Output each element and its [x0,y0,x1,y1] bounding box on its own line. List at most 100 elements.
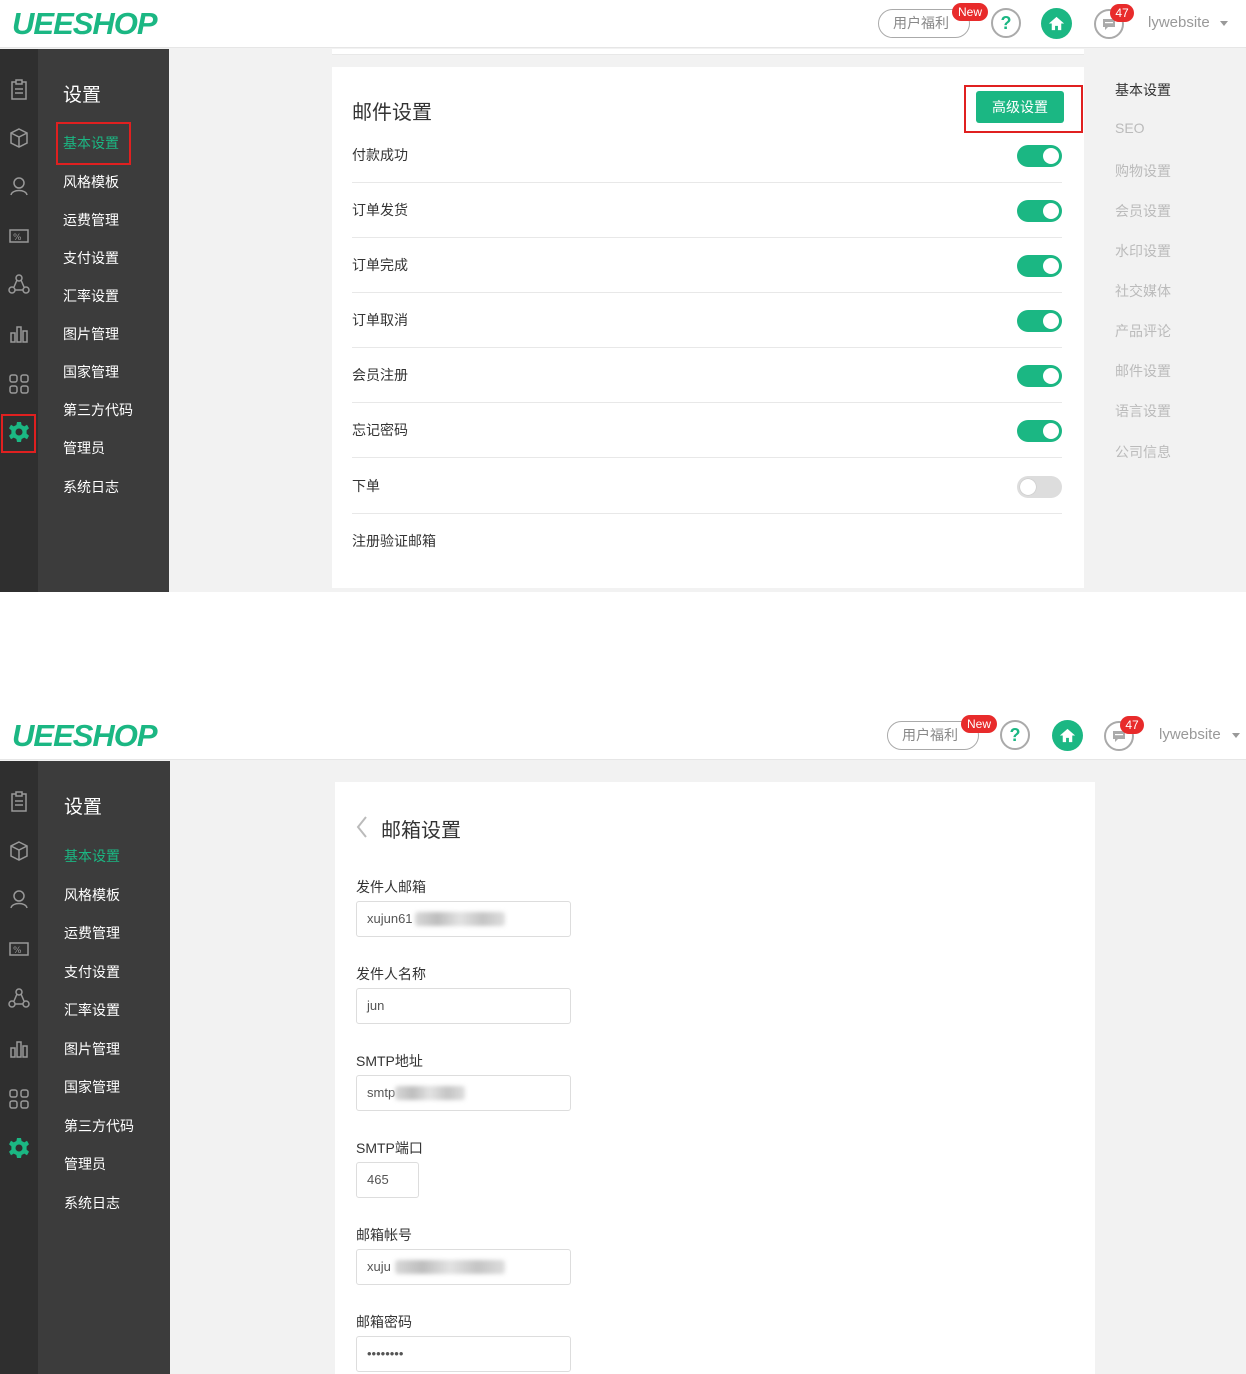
row-label: 订单完成 [352,257,408,273]
new-badge: New [961,715,998,733]
mailbox-settings-card: 邮箱设置 发件人邮箱 xujun61 发件人名称 jun SMTP地址 smtp… [335,782,1095,1374]
chevron-down-icon[interactable] [1232,733,1240,738]
email-password-input[interactable]: •••••••• [356,1336,571,1372]
toggle-switch[interactable] [1017,420,1062,442]
notification-row: 会员注册 [352,348,1062,403]
toggle-switch[interactable] [1017,145,1062,167]
row-label: 下单 [352,478,380,494]
anchor-watermark[interactable]: 水印设置 [1115,241,1171,261]
submenu-item-admin[interactable]: 管理员 [63,438,105,458]
row-label: 订单发货 [352,202,408,218]
help-icon[interactable]: ? [1000,720,1030,750]
notification-row: 忘记密码 [352,403,1062,458]
submenu-item-exchange[interactable]: 汇率设置 [64,1000,120,1020]
submenu-item-shipping[interactable]: 运费管理 [63,210,119,230]
products-icon[interactable] [8,840,30,862]
toggle-switch[interactable] [1017,365,1062,387]
notification-row: 下单 [352,459,1062,514]
submenu-item-theme[interactable]: 风格模板 [63,172,119,192]
row-label: 付款成功 [352,147,408,163]
new-badge: New [952,3,989,21]
anchor-member[interactable]: 会员设置 [1115,201,1171,221]
message-count-badge: 47 [1110,4,1134,22]
sender-name-label: 发件人名称 [356,966,426,982]
users-icon[interactable] [8,888,30,910]
statistics-icon[interactable] [8,1037,30,1059]
home-icon[interactable] [1052,720,1083,751]
top-bar: UEESHOP 用户福利 New ? 47 lywebsite [0,712,1246,760]
submenu-item-third-party[interactable]: 第三方代码 [64,1116,134,1136]
toggle-switch[interactable] [1017,310,1062,332]
toggle-switch[interactable] [1017,476,1062,498]
highlight-box [964,85,1083,133]
highlight-box [56,122,131,165]
submenu-item-images[interactable]: 图片管理 [64,1039,120,1059]
gear-icon[interactable] [8,1137,30,1159]
toggle-switch[interactable] [1017,200,1062,222]
submenu-item-admin[interactable]: 管理员 [64,1154,106,1174]
statistics-icon[interactable] [8,322,30,344]
notification-row: 订单发货 [352,183,1062,238]
notification-row: 订单完成 [352,238,1062,293]
orders-icon[interactable] [8,791,30,813]
row-label: 忘记密码 [352,422,408,438]
submenu-title: 设置 [63,85,102,106]
card-title: 邮箱设置 [381,820,461,842]
products-icon[interactable] [8,127,30,149]
username[interactable]: lywebsite [1148,14,1210,31]
submenu-item-logs[interactable]: 系统日志 [64,1193,120,1213]
submenu-item-theme[interactable]: 风格模板 [64,885,120,905]
svg-text:%: % [13,233,22,243]
anchor-reviews[interactable]: 产品评论 [1115,321,1171,341]
anchor-shopping[interactable]: 购物设置 [1115,161,1171,181]
anchor-language[interactable]: 语言设置 [1115,401,1171,421]
smtp-port-input[interactable]: 465 [356,1162,419,1198]
logo: UEESHOP [12,6,158,41]
sender-email-value: xujun61 [367,911,413,926]
email-account-value: xuju [367,1259,391,1274]
network-icon[interactable] [8,273,30,295]
submenu-item-payment[interactable]: 支付设置 [64,962,120,982]
discount-icon[interactable]: % [8,938,30,960]
anchor-seo[interactable]: SEO [1115,120,1145,136]
discount-icon[interactable]: % [8,225,30,247]
orders-icon[interactable] [8,79,30,101]
submenu-item-payment[interactable]: 支付设置 [63,248,119,268]
previous-card-edge [332,49,1084,55]
back-arrow-icon[interactable] [355,815,369,839]
submenu-item-third-party[interactable]: 第三方代码 [63,400,133,420]
anchor-company[interactable]: 公司信息 [1115,442,1171,462]
submenu-item-basic[interactable]: 基本设置 [64,846,120,866]
submenu-item-countries[interactable]: 国家管理 [63,362,119,382]
submenu-item-shipping[interactable]: 运费管理 [64,923,120,943]
smtp-address-value: smtp [367,1085,396,1100]
chevron-down-icon[interactable] [1220,21,1228,26]
notification-row: 付款成功 [352,128,1062,183]
help-icon[interactable]: ? [991,8,1021,38]
submenu-item-logs[interactable]: 系统日志 [63,477,119,497]
home-icon[interactable] [1041,8,1072,39]
email-account-label: 邮箱帐号 [356,1227,412,1243]
submenu-item-countries[interactable]: 国家管理 [64,1077,120,1097]
toggle-switch[interactable] [1017,255,1062,277]
sender-name-input[interactable]: jun [356,988,571,1024]
smtp-address-input[interactable]: smtp [356,1075,571,1111]
apps-icon[interactable] [8,373,30,395]
anchor-social[interactable]: 社交媒体 [1115,281,1171,301]
sender-email-input[interactable]: xujun61 [356,901,571,937]
email-account-input[interactable]: xuju [356,1249,571,1285]
redacted-overlay [395,1260,505,1274]
notification-row: 注册验证邮箱 [352,514,1062,569]
card-title: 邮件设置 [352,102,432,124]
anchor-basic[interactable]: 基本设置 [1115,80,1171,100]
username[interactable]: lywebsite [1159,726,1221,743]
smtp-address-label: SMTP地址 [356,1053,423,1069]
apps-icon[interactable] [8,1088,30,1110]
smtp-port-label: SMTP端口 [356,1140,423,1156]
submenu-item-exchange[interactable]: 汇率设置 [63,286,119,306]
network-icon[interactable] [8,987,30,1009]
submenu-item-images[interactable]: 图片管理 [63,324,119,344]
anchor-mail[interactable]: 邮件设置 [1115,361,1171,381]
users-icon[interactable] [8,175,30,197]
svg-text:%: % [13,946,22,956]
